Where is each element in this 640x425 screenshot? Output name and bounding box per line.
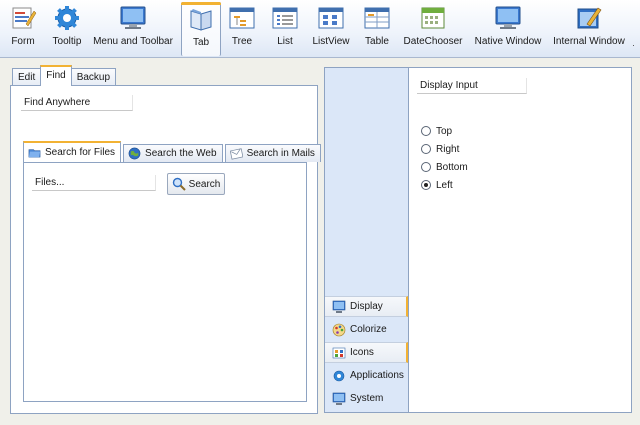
side-tab-system[interactable]: System: [325, 388, 407, 409]
monitor-icon: [120, 6, 146, 29]
side-tab-label: Display: [350, 301, 383, 312]
mail-icon: [229, 148, 243, 160]
toolbar-item-table[interactable]: Table: [364, 4, 390, 56]
radio-label: Left: [436, 179, 453, 191]
pen-window-icon: [577, 7, 602, 29]
main-toolbar: Form Tooltip Menu and Toolbar Tab Tree L…: [0, 0, 640, 58]
toolbar-item-tab[interactable]: Tab: [181, 2, 221, 56]
tree-window-icon: [229, 7, 255, 29]
tab-search-for-files[interactable]: Search for Files: [23, 141, 122, 162]
tab-placement-radio-group: Top Right Bottom Left: [421, 122, 468, 194]
toolbar-item-list[interactable]: List: [272, 4, 298, 56]
toolbar-item-label: Menu and Toolbar: [93, 36, 173, 47]
book-icon: [190, 9, 212, 31]
toolbar-item-label: ListView: [312, 36, 350, 47]
listview-window-icon: [318, 7, 344, 29]
search-button-label: Search: [188, 178, 221, 190]
radio-button[interactable]: [421, 162, 431, 172]
toolbar-item-menu-and-toolbar[interactable]: Menu and Toolbar: [93, 4, 173, 56]
display-input[interactable]: [417, 78, 527, 94]
toolbar-item-label: Native Window: [474, 36, 542, 47]
toolbar-item-label: Tooltip: [52, 36, 82, 47]
radio-label: Right: [436, 143, 460, 155]
radio-button[interactable]: [421, 144, 431, 154]
side-tab-display[interactable]: Display: [325, 296, 408, 317]
tab-find[interactable]: Find: [40, 65, 72, 86]
toolbar-item-label: DateChooser: [403, 36, 463, 47]
search-button[interactable]: Search: [167, 173, 225, 195]
side-tab-label: System: [350, 393, 384, 404]
tab-search-the-web[interactable]: Search the Web: [123, 144, 223, 162]
toolbar-item-label: List: [277, 36, 293, 47]
toolbar-item-label: Internal Window: [553, 36, 625, 47]
toolbar-item-form[interactable]: Form: [8, 4, 38, 56]
magnifier-icon: [172, 177, 186, 191]
search-tab-strip: Search for Files Search the Web Search i…: [23, 141, 323, 163]
tab-backup[interactable]: Backup: [71, 68, 117, 86]
tab-label: Search the Web: [145, 148, 217, 159]
folder-search-icon: [28, 149, 41, 158]
toolbar-item-datechooser[interactable]: DateChooser: [404, 4, 462, 56]
toolbar-item-label: Tree: [231, 36, 253, 47]
radio-left[interactable]: Left: [421, 176, 468, 194]
side-tab-label: Icons: [350, 347, 374, 358]
toolbar-item-tree[interactable]: Tree: [228, 4, 256, 56]
table-window-icon: [364, 7, 390, 29]
monitor-icon: [332, 300, 346, 313]
icons-icon: [332, 347, 346, 358]
right-tab-pane: Display Colorize Icons Applications Syst…: [324, 67, 632, 413]
side-tab-icons[interactable]: Icons: [325, 342, 408, 363]
toolbar-item-internal-window[interactable]: Internal Window: [553, 4, 625, 56]
toolbar-overflow-icon[interactable]: ·: [632, 40, 635, 50]
toolbar-item-listview[interactable]: ListView: [312, 4, 350, 56]
gear-icon: [333, 370, 345, 381]
toolbar-item-label: Table: [365, 36, 389, 47]
toolbar-item-tooltip[interactable]: Tooltip: [50, 4, 84, 56]
side-tab-applications[interactable]: Applications: [325, 365, 407, 386]
list-window-icon: [272, 7, 298, 29]
form-icon: [12, 7, 37, 29]
radio-top[interactable]: Top: [421, 122, 468, 140]
files-search-input[interactable]: [32, 175, 156, 191]
side-tab-label: Applications: [350, 370, 404, 381]
radio-label: Bottom: [436, 161, 468, 173]
radio-button[interactable]: [421, 126, 431, 136]
side-tab-colorize[interactable]: Colorize: [325, 319, 407, 340]
find-tab-panel: Search for Files Search the Web Search i…: [10, 85, 321, 414]
radio-right[interactable]: Right: [421, 140, 468, 158]
toolbar-item-label: Form: [11, 36, 35, 47]
toolbar-item-native-window[interactable]: Native Window: [475, 4, 541, 56]
side-tab-strip: Display Colorize Icons Applications Syst…: [325, 68, 409, 412]
side-tab-label: Colorize: [350, 324, 387, 335]
monitor-icon: [495, 6, 521, 29]
find-anywhere-input[interactable]: [21, 95, 133, 111]
toolbar-item-label: Tab: [192, 37, 210, 48]
radio-bottom[interactable]: Bottom: [421, 158, 468, 176]
globe-icon: [128, 147, 141, 160]
left-tab-pane: Edit Find Backup Search for Files Search…: [8, 65, 321, 414]
calendar-icon: [421, 7, 445, 29]
tab-edit[interactable]: Edit: [12, 68, 41, 86]
palette-icon: [332, 323, 346, 336]
gear-icon: [55, 6, 79, 30]
monitor-icon: [332, 392, 346, 405]
radio-label: Top: [436, 125, 453, 137]
tab-label: Search for Files: [45, 147, 116, 158]
left-tab-strip: Edit Find Backup: [12, 65, 117, 86]
search-files-panel: Search: [23, 162, 307, 402]
radio-button[interactable]: [421, 180, 431, 190]
tab-search-in-mails[interactable]: Search in Mails: [224, 144, 321, 162]
tab-label: Search in Mails: [246, 148, 315, 159]
